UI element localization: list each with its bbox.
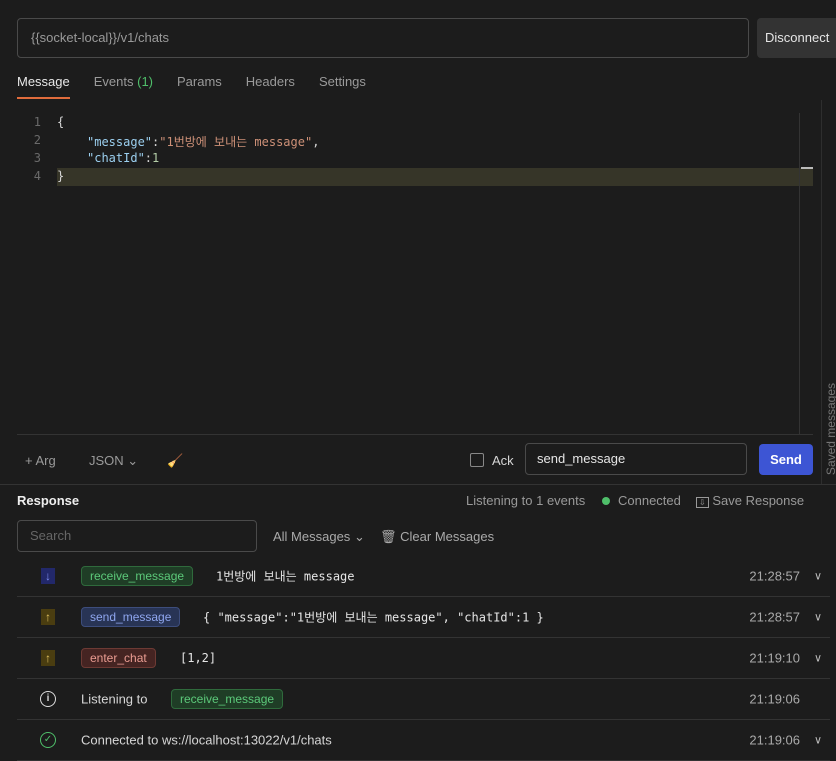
send-button[interactable]: Send — [759, 444, 813, 475]
tab-events-label: Events — [93, 74, 138, 89]
divider — [17, 434, 813, 435]
message-filter-dropdown[interactable]: All Messages ⌄ — [273, 529, 365, 545]
line-number: 4 — [33, 169, 41, 183]
format-dropdown[interactable]: JSON ⌄ — [89, 453, 138, 469]
save-icon: ⇩ — [696, 497, 709, 508]
ack-checkbox[interactable] — [470, 453, 484, 467]
message-row[interactable]: ↑ enter_chat [1,2] 21:19:10 ∨ — [17, 638, 830, 679]
check-circle-icon: ✓ — [40, 732, 56, 748]
line-number: 1 — [33, 115, 41, 129]
message-row[interactable]: ↓ receive_message 1번방에 보내는 message 21:28… — [17, 556, 830, 597]
code-line: "chatId":1 — [87, 151, 160, 165]
url-input[interactable]: {{socket-local}}/v1/chats — [17, 18, 749, 58]
beautify-icon[interactable]: 🧹 — [167, 453, 183, 469]
event-badge: enter_chat — [81, 648, 156, 668]
message-editor[interactable]: 1 2 3 4 { "message":"1번방에 보내는 message", … — [17, 113, 813, 435]
active-line-highlight — [57, 168, 813, 186]
timestamp: 21:28:57 — [749, 609, 800, 625]
disconnect-button[interactable]: Disconnect — [757, 18, 836, 58]
json-number: 1 — [152, 151, 160, 165]
json-string: "1번방에 보내는 message" — [159, 135, 313, 149]
message-text: Listening to — [81, 691, 148, 707]
json-key: "message" — [87, 135, 153, 149]
trash-icon: 🗑 — [380, 529, 397, 544]
saved-messages-panel[interactable]: Saved messages — [821, 100, 836, 485]
event-badge: receive_message — [171, 689, 284, 709]
response-title: Response — [17, 493, 80, 508]
tab-params[interactable]: Params — [177, 74, 222, 99]
event-name-input[interactable]: send_message — [525, 443, 747, 475]
message-body: [1,2] — [180, 651, 217, 665]
message-body: 1번방에 보내는 message — [216, 569, 355, 584]
outgoing-arrow-icon: ↑ — [41, 609, 55, 625]
tab-events[interactable]: Events (1) — [94, 74, 153, 99]
timestamp: 21:19:10 — [749, 650, 800, 666]
code-line: { — [57, 115, 65, 129]
message-body: { "message":"1번방에 보내는 message", "chatId"… — [203, 610, 544, 625]
tab-bar: Message Events (1) Params Headers Settin… — [17, 74, 366, 99]
status-dot-icon — [602, 497, 610, 505]
add-arg-button[interactable]: + Arg — [25, 453, 56, 468]
timestamp: 21:19:06 — [749, 691, 800, 707]
save-response-button[interactable]: ⇩ Save Response — [696, 493, 804, 508]
line-number: 2 — [33, 133, 41, 147]
chevron-down-icon: ⌄ — [353, 529, 365, 544]
tab-headers[interactable]: Headers — [246, 74, 295, 99]
chevron-down-icon[interactable]: ∨ — [814, 652, 822, 665]
filter-label: All Messages — [273, 529, 351, 544]
chevron-down-icon[interactable]: ∨ — [814, 611, 822, 624]
json-key: "chatId" — [87, 151, 145, 165]
chevron-down-icon[interactable]: ∨ — [814, 734, 822, 747]
timestamp: 21:19:06 — [749, 732, 800, 748]
ack-label: Ack — [492, 453, 514, 468]
message-row: i Listening to receive_message 21:19:06 — [17, 679, 830, 720]
format-label: JSON — [89, 453, 124, 468]
editor-scrollbar[interactable] — [799, 113, 813, 434]
timestamp: 21:28:57 — [749, 568, 800, 584]
connection-status: Connected — [618, 493, 681, 508]
search-input[interactable]: Search — [17, 520, 257, 552]
message-row[interactable]: ↑ send_message { "message":"1번방에 보내는 mes… — [17, 597, 830, 638]
chevron-down-icon[interactable]: ∨ — [814, 570, 822, 583]
code-line: "message":"1번방에 보내는 message", — [87, 135, 320, 149]
save-response-label: Save Response — [712, 493, 805, 508]
event-badge: send_message — [81, 607, 181, 627]
events-count: (1) — [137, 74, 153, 89]
code-line: } — [57, 169, 65, 183]
outgoing-arrow-icon: ↑ — [41, 650, 55, 666]
event-badge: receive_message — [81, 566, 194, 586]
message-text: Connected to ws://localhost:13022/v1/cha… — [81, 732, 332, 748]
incoming-arrow-icon: ↓ — [41, 568, 55, 584]
tab-settings[interactable]: Settings — [319, 74, 366, 99]
line-number: 3 — [33, 151, 41, 165]
saved-messages-label: Saved messages — [824, 382, 836, 475]
clear-label: Clear Messages — [400, 529, 495, 544]
info-icon: i — [40, 691, 56, 707]
chevron-down-icon: ⌄ — [127, 453, 139, 468]
message-row[interactable]: ✓ Connected to ws://localhost:13022/v1/c… — [17, 720, 830, 761]
divider — [0, 484, 836, 485]
clear-messages-button[interactable]: 🗑 Clear Messages — [380, 529, 494, 545]
listening-count: Listening to 1 events — [466, 493, 586, 508]
tab-message[interactable]: Message — [17, 74, 70, 99]
